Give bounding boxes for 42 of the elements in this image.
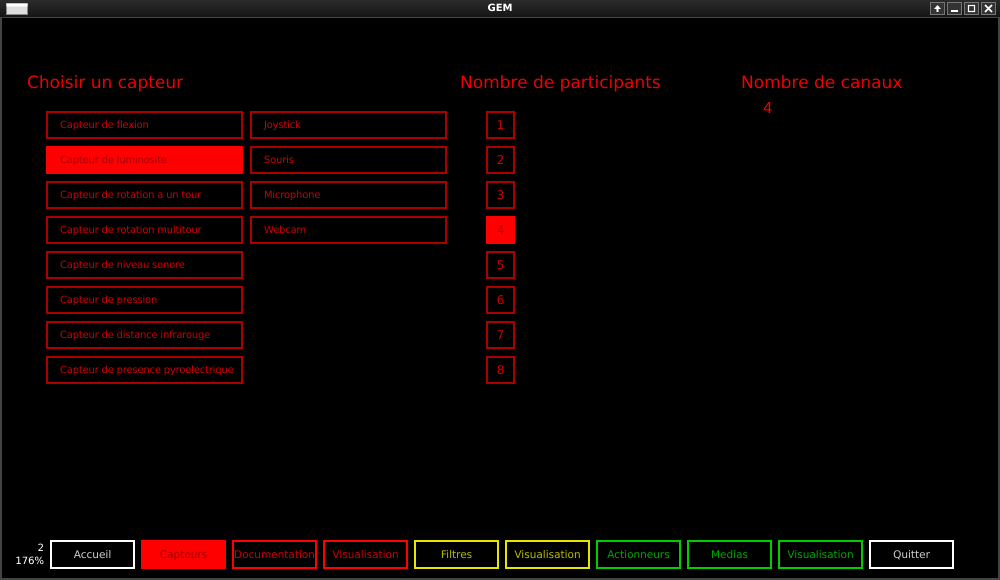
nav-button[interactable]: Capteurs xyxy=(141,540,226,569)
participant-count-option[interactable]: 2 xyxy=(486,146,515,174)
nav-button[interactable]: Visualisation xyxy=(505,540,590,569)
nav-button[interactable]: Filtres xyxy=(414,540,499,569)
zoom-level: 176% xyxy=(15,555,44,568)
sensor-option[interactable]: Capteur de presence pyroelectrique xyxy=(46,356,243,384)
participant-count-option[interactable]: 8 xyxy=(486,356,515,384)
sensor-option[interactable]: Capteur de niveau sonore xyxy=(46,251,243,279)
sensor-option[interactable]: Souris xyxy=(250,146,447,174)
page-number: 2 xyxy=(38,542,44,555)
sensor-option[interactable]: Capteur de distance infrarouge xyxy=(46,321,243,349)
sensor-option[interactable]: Capteur de flexion xyxy=(46,111,243,139)
sensor-option[interactable]: Webcam xyxy=(250,216,447,244)
sensor-option[interactable]: Capteur de pression xyxy=(46,286,243,314)
sensor-option[interactable]: Capteur de rotation multitour xyxy=(46,216,243,244)
participant-count-option[interactable]: 3 xyxy=(486,181,515,209)
nav-button[interactable]: Medias xyxy=(687,540,772,569)
section-heading: Nombre de canaux xyxy=(741,73,902,93)
nav-button[interactable]: Visualisation xyxy=(323,540,408,569)
nav-button[interactable]: Quitter xyxy=(869,540,954,569)
minimize-icon[interactable] xyxy=(947,2,962,15)
nav-button[interactable]: Visualisation xyxy=(778,540,863,569)
section-heading: Choisir un capteur xyxy=(27,73,184,93)
nav-button[interactable]: Actionneurs xyxy=(596,540,681,569)
window-menu-icon[interactable] xyxy=(6,2,28,14)
sensor-option[interactable]: Capteur de rotation a un tour xyxy=(46,181,243,209)
close-icon[interactable] xyxy=(981,2,996,15)
sensor-option[interactable]: Microphone xyxy=(250,181,447,209)
section-heading: Nombre de participants xyxy=(460,73,662,93)
sensor-option[interactable]: Joystick xyxy=(250,111,447,139)
nav-button[interactable]: Documentation xyxy=(232,540,317,569)
nav-button[interactable]: Accueil xyxy=(50,540,135,569)
participant-count-option[interactable]: 6 xyxy=(486,286,515,314)
window-title: GEM xyxy=(488,3,512,14)
arrow-up-icon[interactable] xyxy=(930,2,945,15)
maximize-icon[interactable] xyxy=(964,2,979,15)
participant-count-option[interactable]: 1 xyxy=(486,111,515,139)
participant-count-option[interactable]: 7 xyxy=(486,321,515,349)
sensor-option[interactable]: Capteur de luminosite xyxy=(46,146,243,174)
participant-count-option[interactable]: 4 xyxy=(486,216,515,244)
participant-count-option[interactable]: 5 xyxy=(486,251,515,279)
channel-count: 4 xyxy=(763,99,774,117)
